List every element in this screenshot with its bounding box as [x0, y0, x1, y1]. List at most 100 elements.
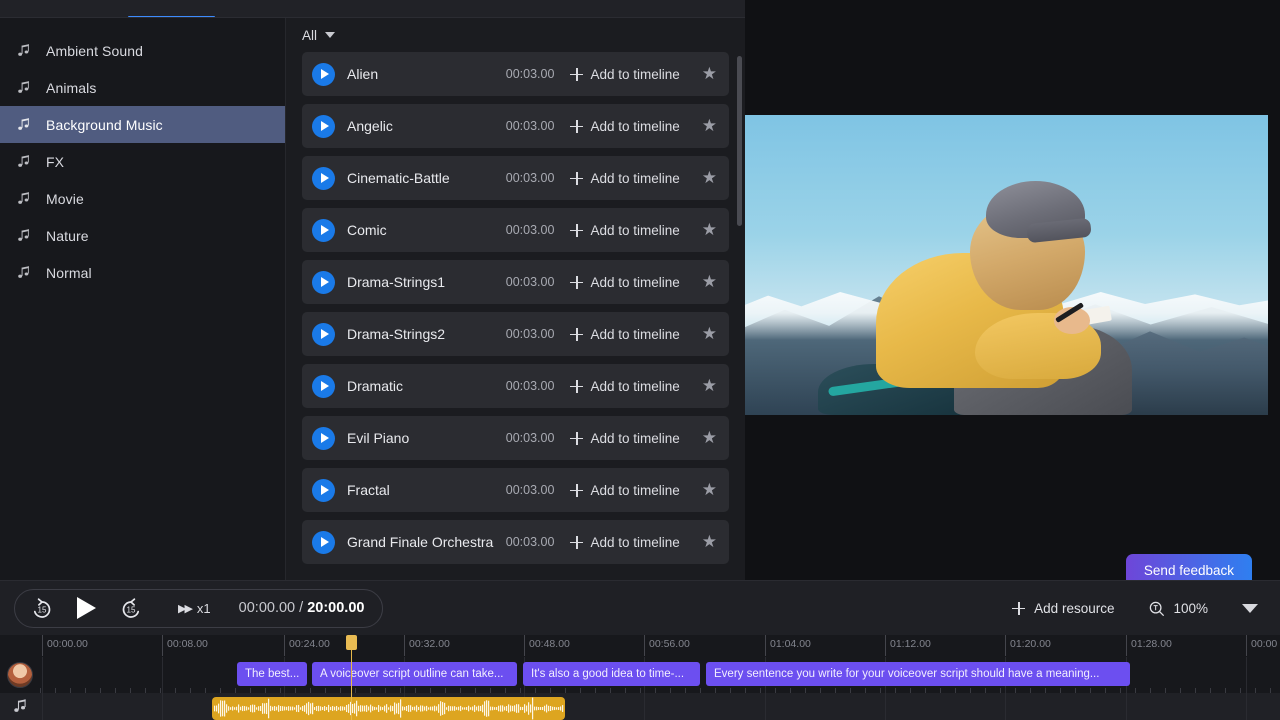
ruler-label: 00:48.00	[529, 638, 570, 650]
tab-upload[interactable]: Upload	[332, 0, 411, 17]
star-icon[interactable]: ★	[702, 116, 717, 136]
grid-line	[1246, 657, 1247, 693]
table-row[interactable]: Angelic 00:03.00 Add to timeline ★	[302, 104, 729, 148]
play-circle-icon[interactable]	[312, 114, 335, 138]
audio-clip[interactable]	[212, 697, 565, 720]
sidebar-item-animals[interactable]: Animals	[0, 69, 285, 106]
add-to-timeline-button[interactable]: Add to timeline	[570, 223, 680, 238]
ruler-label: 00:32.00	[409, 638, 450, 650]
timeline-playhead[interactable]	[346, 635, 357, 720]
timeline-track-audio[interactable]	[0, 693, 1280, 720]
star-icon[interactable]: ★	[702, 532, 717, 552]
star-icon[interactable]: ★	[702, 168, 717, 188]
sidebar-item-fx[interactable]: FX	[0, 143, 285, 180]
add-to-timeline-label: Add to timeline	[590, 430, 680, 446]
play-circle-icon[interactable]	[312, 218, 335, 242]
video-stage[interactable]	[745, 115, 1268, 415]
text-track-lane[interactable]: The best... A voiceover script outline ca…	[40, 657, 1280, 693]
play-circle-icon[interactable]	[312, 530, 335, 554]
timeline-track-text[interactable]: The best... A voiceover script outline ca…	[0, 657, 1280, 693]
add-to-timeline-button[interactable]: Add to timeline	[570, 171, 680, 186]
sound-name: Evil Piano	[347, 430, 410, 446]
plus-icon	[570, 119, 584, 133]
sidebar-item-background-music[interactable]: Background Music	[0, 106, 285, 143]
text-clip[interactable]: A voiceover script outline can take...	[312, 662, 517, 686]
add-to-timeline-button[interactable]: Add to timeline	[570, 534, 680, 550]
grid-line	[1246, 693, 1247, 720]
chevron-down-icon[interactable]	[1242, 603, 1258, 613]
play-button[interactable]	[77, 597, 96, 619]
add-to-timeline-button[interactable]: Add to timeline	[570, 119, 680, 134]
add-to-timeline-button[interactable]: Add to timeline	[570, 483, 680, 498]
star-icon[interactable]: ★	[702, 428, 717, 448]
list-scrollbar[interactable]	[737, 56, 742, 574]
table-row[interactable]: Cinematic-Battle 00:03.00 Add to timeline ★	[302, 156, 729, 200]
add-to-timeline-button[interactable]: Add to timeline	[570, 275, 680, 290]
media-browser-panel: Non-VerbalSound EffectsProductionUpload …	[0, 0, 745, 580]
play-circle-icon[interactable]	[312, 426, 335, 450]
timeline-panel[interactable]: 00:00.00 00:08.00 00:24.00 00:32.00 00:48.00…	[0, 635, 1280, 720]
filter-dropdown[interactable]: All	[302, 28, 336, 43]
sound-name: Drama-Strings2	[347, 326, 446, 342]
sidebar-item-ambient-sound[interactable]: Ambient Sound	[0, 32, 285, 69]
sidebar-item-movie[interactable]: Movie	[0, 180, 285, 217]
sound-name: Dramatic	[347, 378, 404, 394]
add-to-timeline-label: Add to timeline	[590, 378, 680, 394]
plus-icon	[570, 483, 584, 497]
timeline-ruler[interactable]: 00:00.00 00:08.00 00:24.00 00:32.00 00:48.00…	[0, 635, 1280, 657]
chevron-down-icon	[325, 32, 336, 38]
play-circle-icon[interactable]	[312, 478, 335, 502]
sound-duration: 00:03.00	[505, 119, 555, 133]
text-clip[interactable]: It's also a good idea to time-...	[523, 662, 700, 686]
table-row[interactable]: Dramatic 00:03.00 Add to timeline ★	[302, 364, 729, 408]
music-note-icon	[16, 117, 32, 133]
player-control-bar: 15 15 ▶▶ x1 00:00.00 / 20:00.00 Add reso…	[0, 580, 1280, 635]
ruler-tick	[42, 635, 43, 656]
table-row[interactable]: Evil Piano 00:03.00 Add to timeline ★	[302, 416, 729, 460]
browser-tabbar: Non-VerbalSound EffectsProductionUpload	[0, 0, 745, 18]
add-to-timeline-button[interactable]: Add to timeline	[570, 378, 680, 394]
star-icon[interactable]: ★	[702, 480, 717, 500]
table-row[interactable]: Fractal 00:03.00 Add to timeline ★	[302, 468, 729, 512]
table-row[interactable]: Drama-Strings2 00:03.00 Add to timeline ★	[302, 312, 729, 356]
sound-duration: 00:03.00	[505, 379, 555, 393]
add-to-timeline-label: Add to timeline	[590, 534, 680, 550]
play-circle-icon[interactable]	[312, 322, 335, 346]
sidebar-item-nature[interactable]: Nature	[0, 217, 285, 254]
tab-sound-effects[interactable]: Sound Effects	[112, 0, 232, 17]
play-circle-icon[interactable]	[312, 374, 335, 398]
text-clip[interactable]: The best...	[237, 662, 307, 686]
table-row[interactable]: Grand Finale Orchestra 00:03.00 Add to tim…	[302, 520, 729, 564]
add-to-timeline-button[interactable]: Add to timeline	[570, 67, 680, 82]
audio-track-lane[interactable]	[40, 693, 1280, 720]
svg-text:15: 15	[38, 606, 47, 615]
sidebar-item-normal[interactable]: Normal	[0, 254, 285, 291]
add-to-timeline-button[interactable]: Add to timeline	[570, 327, 680, 342]
tab-production[interactable]: Production	[231, 0, 332, 17]
play-circle-icon[interactable]	[312, 270, 335, 294]
star-icon[interactable]: ★	[702, 324, 717, 344]
play-circle-icon[interactable]	[312, 62, 335, 86]
table-row[interactable]: Alien 00:03.00 Add to timeline ★	[302, 52, 729, 96]
star-icon[interactable]: ★	[702, 376, 717, 396]
star-icon[interactable]: ★	[702, 64, 717, 84]
forward-15-icon[interactable]: 15	[118, 595, 144, 621]
ruler-tick	[885, 635, 886, 656]
rewind-15-icon[interactable]: 15	[29, 595, 55, 621]
playback-speed-control[interactable]: ▶▶ x1	[178, 601, 211, 616]
star-icon[interactable]: ★	[702, 220, 717, 240]
table-row[interactable]: Drama-Strings1 00:03.00 Add to timeline ★	[302, 260, 729, 304]
tab-non-verbal[interactable]: Non-Verbal	[8, 0, 112, 17]
ruler-label: 01:20.00	[1010, 638, 1051, 650]
star-icon[interactable]: ★	[702, 272, 717, 292]
playhead-handle[interactable]	[346, 635, 357, 650]
text-clip[interactable]: Every sentence you write for your voiceo…	[706, 662, 1130, 686]
table-row[interactable]: Comic 00:03.00 Add to timeline ★	[302, 208, 729, 252]
add-resource-button[interactable]: Add resource	[1012, 601, 1114, 616]
add-to-timeline-button[interactable]: Add to timeline	[570, 430, 680, 446]
plus-icon	[1012, 601, 1026, 615]
zoom-level-control[interactable]: 100%	[1148, 600, 1208, 617]
total-time: 20:00.00	[307, 600, 365, 616]
play-circle-icon[interactable]	[312, 166, 335, 190]
list-scrollbar-thumb[interactable]	[737, 56, 742, 226]
